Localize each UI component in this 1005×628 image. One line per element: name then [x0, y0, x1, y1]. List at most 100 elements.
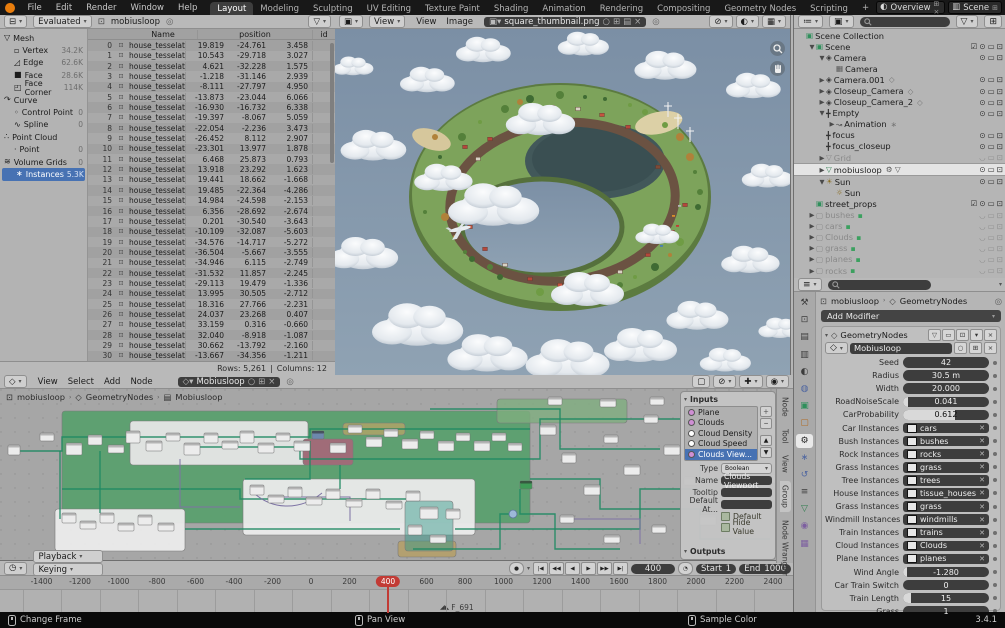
disable-viewport-icon[interactable]: ▭ — [988, 42, 995, 51]
node-graph-canvas[interactable]: ⊡mobiusloop ›◇GeometryNodes ›▤Mobiusloop… — [0, 389, 793, 563]
row-checkbox-icon[interactable]: ⊡ — [115, 197, 127, 204]
table-row[interactable]: 5⊡house_tesselation.012-13.873-23.0446.0… — [88, 92, 335, 102]
add-input-button[interactable]: ＋ — [760, 406, 772, 417]
row-checkbox-icon[interactable]: ⊡ — [115, 187, 127, 194]
outliner-item-mobiusloop[interactable]: ▶▽mobiusloop⚙ ▽⊙▭⊡ — [794, 163, 1005, 176]
delete-modifier-icon[interactable]: × — [984, 329, 997, 341]
texture-tab[interactable]: ▦ — [796, 537, 813, 551]
outliner-item-planes[interactable]: ▶▢planes▪◡▭⊡ — [794, 254, 1005, 265]
table-row[interactable]: 4⊡house_tesselation.005-8.111-27.7974.95… — [88, 82, 335, 92]
timeline-menu-keying[interactable]: Keying▾ — [33, 563, 103, 576]
table-row[interactable]: 28⊡house_tesselation.01232.040-8.918-1.0… — [88, 330, 335, 340]
material-tab[interactable]: ◉ — [796, 519, 813, 533]
display-mode-dropdown[interactable]: ▣ ▾ — [829, 15, 854, 28]
animate-dot-icon[interactable] — [993, 583, 997, 587]
copy-icon[interactable]: ⊞ — [613, 17, 620, 27]
animate-dot-icon[interactable] — [993, 491, 997, 495]
image-datablock[interactable]: ▣▾ square_thumbnail.png ○ ⊞ ▤ × — [484, 17, 646, 27]
side-tab-tool[interactable]: Tool — [780, 425, 791, 448]
table-row[interactable]: 14⊡house_tesselation.00319.485-22.364-4.… — [88, 185, 335, 195]
zoom-tool-icon[interactable] — [770, 41, 785, 56]
pan-hand-icon[interactable] — [770, 61, 785, 76]
overlays-icon[interactable]: ✚ ▾ — [739, 375, 762, 388]
default-attribute-field[interactable] — [721, 500, 772, 510]
field-value[interactable]: Clouds✕ — [903, 541, 989, 552]
animate-dot-icon[interactable] — [993, 478, 997, 482]
disable-render-icon[interactable]: ⊡ — [997, 211, 1003, 220]
filter-button[interactable]: ▽ ▾ — [308, 15, 331, 28]
extras-dropdown[interactable]: ▾ — [970, 329, 983, 341]
menu-add[interactable]: Add — [99, 377, 125, 387]
row-checkbox-icon[interactable]: ⊡ — [115, 114, 127, 121]
open-image-icon[interactable]: ▤ — [623, 17, 631, 27]
tab-modeling[interactable]: Modeling — [253, 2, 306, 15]
row-checkbox-icon[interactable]: ⊡ — [115, 228, 127, 235]
field-value[interactable]: windmills✕ — [903, 514, 989, 525]
remove-icon[interactable]: ✕ — [979, 503, 985, 511]
hide-eye-icon[interactable]: ◡ — [979, 266, 986, 275]
domain-spline[interactable]: ∿Spline0 — [0, 119, 87, 131]
fake-user-icon[interactable]: ○ — [248, 377, 255, 387]
column-name[interactable]: Name — [127, 30, 198, 39]
field-value[interactable]: -1.280 — [903, 567, 989, 578]
display-channels-icon[interactable]: ◐ ▾ — [736, 15, 759, 28]
animate-dot-icon[interactable] — [993, 361, 997, 365]
menu-view[interactable]: View — [33, 377, 63, 387]
field-value[interactable]: trees✕ — [903, 475, 989, 486]
row-checkbox-icon[interactable]: ⊡ — [115, 208, 127, 215]
remove-icon[interactable]: ✕ — [979, 542, 985, 550]
frame-start-field[interactable]: Start1 — [696, 564, 736, 574]
table-row[interactable]: 11⊡house_tesselation.0126.46825.8730.793 — [88, 154, 335, 164]
expand-arrow-icon[interactable]: ▶ — [808, 233, 816, 241]
image-mode-dropdown[interactable]: View ▾ — [369, 15, 405, 28]
expand-arrow-icon[interactable]: ▶ — [808, 255, 816, 263]
field-value[interactable]: 42 — [903, 357, 989, 368]
hide-eye-icon[interactable]: ⊙ — [979, 165, 985, 174]
remove-icon[interactable]: ✕ — [979, 437, 985, 445]
disable-render-icon[interactable]: ⊡ — [997, 199, 1003, 208]
fake-user-icon[interactable]: ○ — [603, 17, 610, 27]
add-modifier-button[interactable]: Add Modifier▾ — [821, 310, 1001, 322]
hide-eye-icon[interactable]: ◡ — [979, 222, 986, 231]
disable-render-icon[interactable]: ⊡ — [997, 255, 1003, 264]
world-tab[interactable]: ◍ — [796, 382, 813, 396]
disable-render-icon[interactable]: ⊡ — [997, 233, 1003, 242]
outliner-item-clouds[interactable]: ▶▢Clouds▪◡▭⊡ — [794, 232, 1005, 243]
outliner-item-rocks[interactable]: ▶▢rocks▪◡▭⊡ — [794, 265, 1005, 276]
disable-render-icon[interactable]: ⊡ — [997, 244, 1003, 253]
table-row[interactable]: 16⊡house_tesselation.0056.356-28.692-2.6… — [88, 206, 335, 216]
expand-arrow-icon[interactable]: ▼ — [808, 43, 816, 51]
table-row[interactable]: 7⊡house_tesselation.002-19.397-8.0675.05… — [88, 113, 335, 123]
remove-icon[interactable]: ✕ — [979, 489, 985, 497]
row-checkbox-icon[interactable]: ⊡ — [115, 239, 127, 246]
input-item-plane[interactable]: Plane — [685, 407, 757, 418]
table-row[interactable]: 26⊡house_tesselation.00424.03723.2680.40… — [88, 309, 335, 319]
disable-viewport-icon[interactable]: ▭ — [988, 75, 995, 84]
remove-icon[interactable]: ✕ — [979, 529, 985, 537]
hide-eye-icon[interactable]: ⊙ — [979, 75, 985, 84]
auto-keying-button[interactable]: ● — [509, 562, 524, 575]
input-item-clouds-view-[interactable]: Clouds View... — [685, 449, 757, 460]
field-value[interactable]: planes✕ — [903, 554, 989, 565]
properties-options-icon[interactable]: ▾ — [999, 281, 1002, 288]
new-collection-button[interactable]: ⊞ — [984, 15, 1002, 28]
row-checkbox-icon[interactable]: ⊡ — [115, 321, 127, 328]
editor-type-timeline[interactable]: ◷ ▾ — [4, 562, 27, 575]
hide-eye-icon[interactable]: ⊙ — [979, 131, 985, 140]
row-checkbox-icon[interactable]: ⊡ — [115, 301, 127, 308]
animate-dot-icon[interactable] — [993, 400, 997, 404]
field-value[interactable]: grass✕ — [903, 462, 989, 473]
view-transform-icon[interactable]: ⊘ ▾ — [709, 15, 732, 28]
physics-tab[interactable]: ↺ — [796, 468, 813, 482]
hide-eye-icon[interactable]: ◡ — [979, 244, 986, 253]
tab-texture-paint[interactable]: Texture Paint — [418, 2, 487, 15]
outliner-item-empty[interactable]: ▼╋Empty⊙▭⊡ — [794, 108, 1005, 119]
remove-icon[interactable]: ✕ — [979, 516, 985, 524]
copy-icon[interactable]: ⊞ — [969, 342, 982, 354]
field-value[interactable]: 20.000 — [903, 383, 989, 394]
image-options-icon[interactable]: ▦ ▾ — [762, 15, 786, 28]
rendered-image-viewport[interactable] — [335, 29, 790, 378]
unlink-icon[interactable]: × — [268, 377, 275, 387]
editor-type-properties[interactable]: ≡ ▾ — [798, 278, 822, 291]
unlink-icon[interactable]: × — [634, 17, 641, 27]
